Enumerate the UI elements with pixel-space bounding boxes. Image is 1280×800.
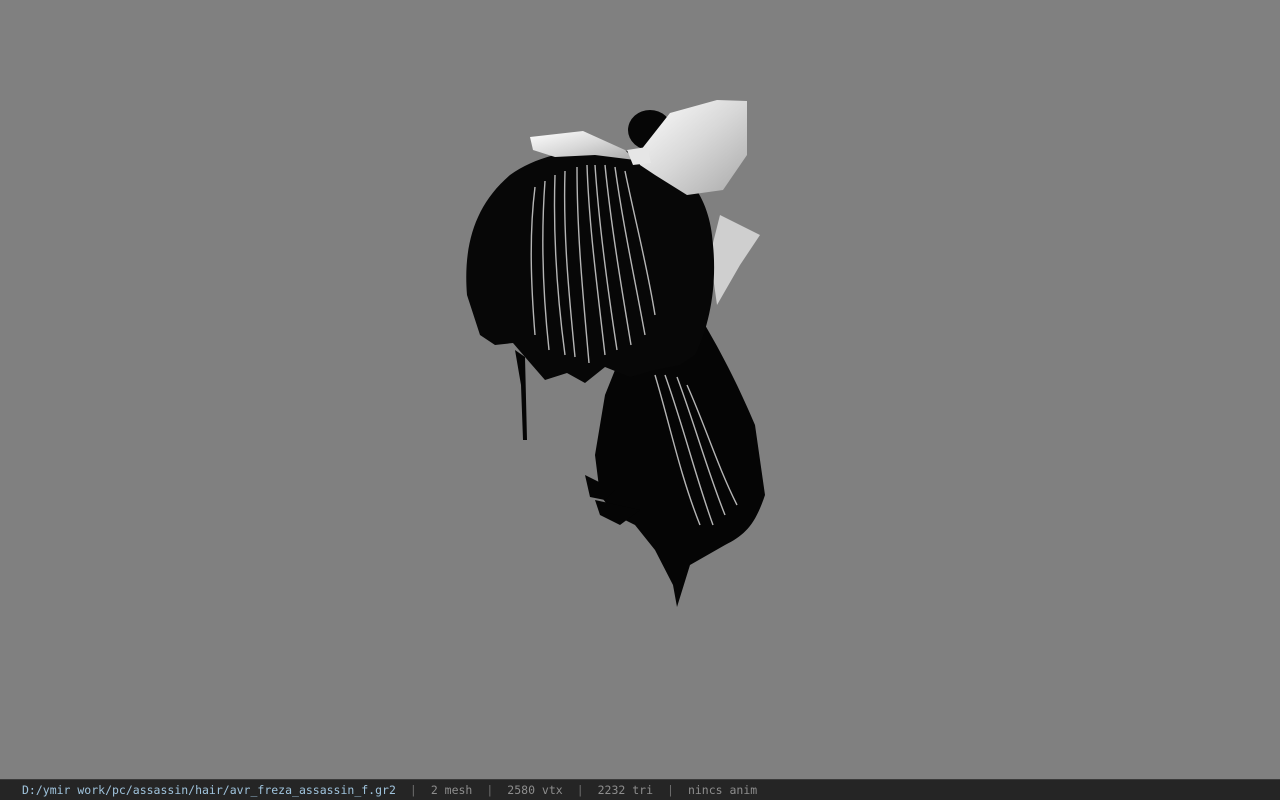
separator: | [409, 783, 417, 797]
status-bar: D:/ymir work/pc/assassin/hair/avr_freza_… [0, 779, 1280, 800]
bow-tail [710, 215, 760, 305]
vertex-count-label: 2580 vtx [507, 783, 563, 797]
mesh-count-label: 2 mesh [430, 783, 473, 797]
file-path-label: D:/ymir work/pc/assassin/hair/avr_freza_… [22, 783, 396, 797]
separator: | [576, 783, 584, 797]
3d-viewport[interactable] [0, 0, 1280, 779]
hair-side-strand [515, 350, 527, 440]
anim-status-label: nincs anim [687, 783, 758, 797]
separator: | [667, 783, 674, 797]
hair-model-render [466, 100, 765, 607]
separator: | [486, 783, 494, 797]
triangle-count-label: 2232 tri [597, 783, 654, 797]
